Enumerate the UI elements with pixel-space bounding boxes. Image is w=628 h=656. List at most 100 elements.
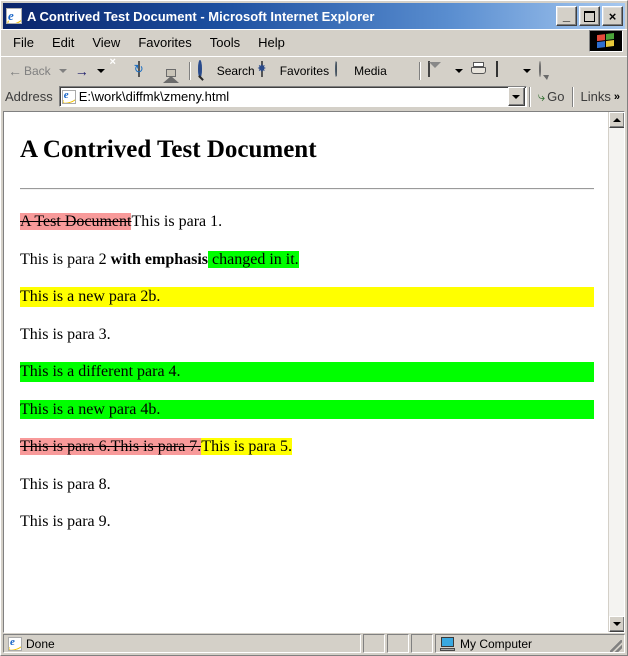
- menu-item-help[interactable]: Help: [249, 33, 294, 52]
- maximize-icon: [580, 7, 599, 25]
- scroll-up-button[interactable]: [609, 112, 624, 128]
- paragraph-8: This is para 8.: [20, 475, 594, 495]
- history-button[interactable]: [390, 60, 415, 82]
- scroll-down-button[interactable]: [609, 616, 624, 632]
- minimize-button[interactable]: _: [556, 6, 577, 26]
- links-separator: [571, 86, 574, 107]
- menu-item-edit[interactable]: Edit: [43, 33, 83, 52]
- address-input[interactable]: e E:\work\diffmk\zmeny.html: [58, 86, 527, 107]
- address-separator: [528, 86, 531, 107]
- menu-bar: File Edit View Favorites Tools Help: [1, 29, 627, 56]
- favorites-star-icon: [260, 61, 278, 79]
- forward-button[interactable]: →: [72, 60, 92, 82]
- menu-item-tools[interactable]: Tools: [201, 33, 249, 52]
- back-button[interactable]: ← Back: [5, 60, 54, 82]
- edit-icon: [495, 61, 513, 79]
- print-icon: [471, 62, 488, 79]
- close-button[interactable]: ×: [602, 6, 623, 26]
- search-label: Search: [216, 63, 255, 78]
- paragraph-2b: This is a new para 2b.: [20, 287, 594, 307]
- media-label: Media: [354, 63, 387, 78]
- home-button[interactable]: [160, 60, 185, 83]
- inserted-text-yellow: This is para 5.: [201, 438, 292, 456]
- favorites-label: Favorites: [279, 63, 330, 78]
- window-controls: _ ×: [556, 6, 623, 26]
- security-zone-panel[interactable]: My Computer: [435, 634, 625, 653]
- ie-document-icon: e: [6, 8, 22, 24]
- status-panel-1: [363, 634, 385, 653]
- plain-text: This is para 8.: [20, 475, 111, 493]
- go-button[interactable]: ⤷ Go: [533, 86, 570, 108]
- close-icon: ×: [608, 8, 617, 24]
- ie-document-icon: e: [61, 89, 76, 104]
- maximize-button[interactable]: [579, 6, 600, 26]
- plain-text: This is para 3.: [20, 325, 111, 343]
- mail-icon: [427, 61, 445, 79]
- paragraph-2: This is para 2 with emphasis changed in …: [20, 250, 594, 270]
- ie-document-icon: e: [8, 636, 22, 651]
- status-text: Done: [26, 636, 55, 651]
- favorites-button[interactable]: Favorites: [258, 60, 332, 82]
- title-bar: e A Contrived Test Document - Microsoft …: [3, 3, 625, 29]
- page-viewport: A Contrived Test Document A Test Documen…: [3, 111, 625, 633]
- paragraph-4: This is a different para 4.: [20, 362, 594, 382]
- edit-button[interactable]: [493, 60, 518, 82]
- back-label: Back: [24, 63, 51, 78]
- status-message-panel: e Done: [3, 634, 361, 653]
- toolbar-separator-1: [188, 61, 191, 80]
- history-globe-icon: [393, 62, 410, 79]
- plain-text: This is para 2: [20, 250, 111, 268]
- home-icon: [162, 62, 180, 83]
- forward-dropdown-icon[interactable]: [96, 68, 105, 73]
- address-value: E:\work\diffmk\zmeny.html: [78, 89, 230, 104]
- stop-button[interactable]: [110, 60, 135, 82]
- edit-dropdown-icon[interactable]: [522, 68, 531, 73]
- paragraph-6-7-5: This is para 6.This is para 7.This is pa…: [20, 437, 594, 457]
- menu-item-file[interactable]: File: [4, 33, 43, 52]
- status-bar: e Done My Computer: [1, 633, 627, 655]
- discuss-button[interactable]: [536, 60, 561, 82]
- toolbar-separator-2: [418, 61, 421, 80]
- go-label: Go: [547, 89, 565, 104]
- media-icon: [335, 61, 352, 79]
- search-icon: [197, 60, 215, 79]
- inserted-text-green: changed in it.: [208, 250, 299, 268]
- refresh-button[interactable]: [135, 60, 160, 82]
- search-button[interactable]: Search: [195, 60, 258, 82]
- windows-flag-logo-icon[interactable]: [589, 30, 623, 52]
- paragraph-4b: This is a new para 4b.: [20, 399, 594, 420]
- page-title: A Contrived Test Document: [20, 136, 317, 163]
- back-arrow-icon: ←: [8, 62, 22, 79]
- status-panel-2: [387, 634, 409, 653]
- arrow-down-icon: [613, 622, 621, 626]
- vertical-scrollbar[interactable]: [608, 112, 624, 632]
- address-dropdown-button[interactable]: [507, 87, 525, 106]
- menu-item-favorites[interactable]: Favorites: [129, 33, 200, 52]
- forward-arrow-icon: →: [74, 62, 89, 79]
- navigation-toolbar: ← Back → Search Favorites Media: [1, 56, 627, 84]
- mail-dropdown-icon[interactable]: [454, 68, 463, 73]
- inserted-block-green: This is a different para 4.: [20, 363, 181, 381]
- arrow-up-icon: [613, 118, 621, 122]
- back-dropdown-icon[interactable]: [58, 68, 67, 73]
- deleted-text: This is para 6.This is para 7.: [20, 438, 202, 456]
- emphasized-text: with emphasis: [110, 250, 209, 268]
- print-button[interactable]: [468, 60, 493, 82]
- discuss-icon: [538, 61, 556, 79]
- horizontal-rule: [20, 188, 594, 190]
- links-button[interactable]: Links »: [576, 86, 625, 108]
- go-arrow-icon: ⤷: [537, 88, 546, 104]
- stop-icon: [113, 62, 130, 79]
- address-bar: Address e E:\work\diffmk\zmeny.html ⤷ Go…: [1, 84, 627, 111]
- inserted-block-green: This is a new para 4b.: [20, 400, 161, 418]
- resize-grip[interactable]: [610, 640, 622, 652]
- minimize-icon: _: [562, 8, 571, 23]
- media-button[interactable]: Media: [332, 60, 390, 82]
- plain-text: This is para 1.: [131, 213, 223, 230]
- mail-button[interactable]: [425, 60, 450, 82]
- window-title: A Contrived Test Document - Microsoft In…: [27, 8, 375, 24]
- menu-item-view[interactable]: View: [83, 33, 129, 52]
- chevron-right-icon: »: [613, 90, 620, 103]
- paragraph-9: This is para 9.: [20, 512, 594, 532]
- plain-text: This is para 9.: [20, 513, 111, 531]
